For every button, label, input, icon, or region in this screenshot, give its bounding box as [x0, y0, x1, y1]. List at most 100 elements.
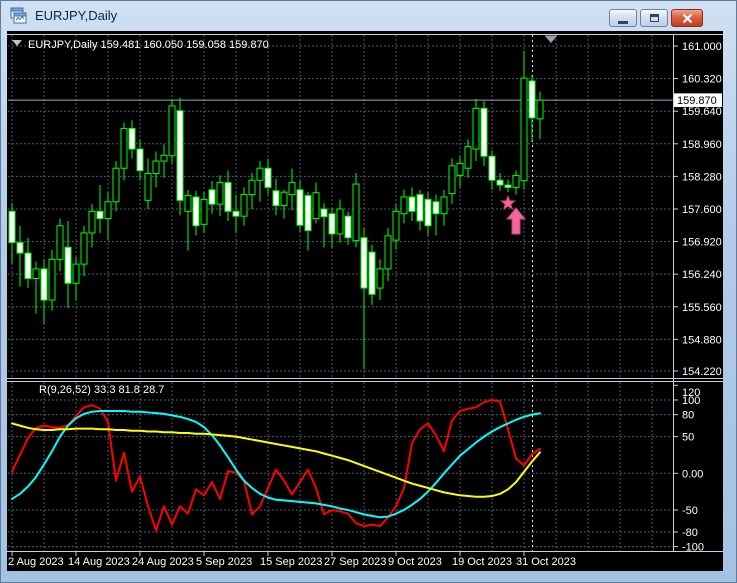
- titlebar[interactable]: EURJPY,Daily: [1, 1, 736, 31]
- chart-window-icon: [10, 7, 28, 25]
- candle-body: [344, 215, 352, 239]
- candle-body: [488, 155, 496, 181]
- price-axis-label: 154.880: [682, 334, 722, 346]
- candle-body: [112, 167, 120, 203]
- candle-body: [304, 195, 312, 232]
- candle-body: [40, 268, 48, 301]
- candle-body: [56, 225, 64, 260]
- candle-body: [408, 196, 416, 212]
- candle-body: [328, 213, 336, 235]
- candle-body: [320, 208, 328, 218]
- candle-body: [512, 174, 520, 188]
- candle-body: [520, 77, 528, 182]
- candle-body: [80, 232, 88, 265]
- close-icon: [682, 13, 692, 23]
- candle-body: [96, 210, 104, 220]
- candle-body: [480, 107, 488, 157]
- candle-body: [128, 127, 136, 150]
- candle-body: [264, 167, 272, 188]
- candle-body: [392, 210, 400, 241]
- candle-body: [472, 107, 480, 150]
- price-axis-label: 156.240: [682, 269, 722, 281]
- time-axis-label: 15 Sep 2023: [260, 556, 322, 568]
- indicator-axis-label: 50: [682, 432, 694, 444]
- candle-body: [280, 191, 288, 207]
- candle-body: [448, 165, 456, 195]
- price-axis-label: 158.960: [682, 139, 722, 151]
- candle-body: [200, 198, 208, 225]
- candle-body: [504, 184, 512, 188]
- candle-body: [160, 154, 168, 162]
- candle-body: [464, 146, 472, 169]
- candle-body: [168, 105, 176, 157]
- indicator-axis-label: -50: [682, 505, 698, 517]
- price-axis-label: 157.600: [682, 204, 722, 216]
- candle-body: [536, 99, 544, 120]
- restore-icon: [649, 14, 659, 22]
- time-axis-label: 31 Oct 2023: [516, 556, 576, 568]
- candle-body: [416, 194, 424, 222]
- candle-body: [248, 179, 256, 196]
- candle-body: [400, 196, 408, 215]
- candle-body: [336, 208, 344, 235]
- indicator-axis-label: 100: [682, 395, 700, 407]
- candle-body: [376, 268, 384, 289]
- candle-body: [240, 194, 248, 217]
- time-axis-label: 5 Sep 2023: [196, 556, 252, 568]
- candle-body: [184, 195, 192, 212]
- candle-body: [216, 182, 224, 205]
- time-axis-label: 2 Aug 2023: [8, 556, 64, 568]
- chart-background: [7, 31, 723, 571]
- candle-body: [352, 183, 360, 242]
- chart-window: EURJPY,Daily 161.000 160.320 159.640 158.96…: [0, 0, 737, 583]
- candle-body: [64, 246, 72, 284]
- candle-body: [528, 80, 536, 119]
- indicator-axis-label: 80: [682, 410, 694, 422]
- candle-body: [288, 182, 296, 196]
- time-axis-label: 24 Aug 2023: [132, 556, 194, 568]
- chart-canvas[interactable]: 161.000 160.320 159.640 158.960 158.280 157.6…: [7, 31, 723, 571]
- price-axis-label: 155.560: [682, 302, 722, 314]
- window-title: EURJPY,Daily: [35, 8, 118, 23]
- candle-body: [360, 237, 368, 289]
- candle-body: [440, 196, 448, 215]
- candle-body: [208, 189, 216, 205]
- close-button[interactable]: [671, 9, 703, 27]
- candle-body: [152, 160, 160, 175]
- indicator-axis-label: 0.00: [682, 468, 703, 480]
- candle-body: [312, 192, 320, 220]
- candle-body: [296, 189, 304, 226]
- candle-body: [8, 210, 16, 244]
- chart-header-ohlc: EURJPY,Daily 159.481 160.050 159.058 159…: [28, 39, 269, 51]
- price-axis-label: 158.280: [682, 171, 722, 183]
- candle-body: [424, 198, 432, 227]
- candle-body: [104, 201, 112, 220]
- candle-body: [496, 179, 504, 186]
- candle-body: [224, 182, 232, 212]
- candle-body: [456, 162, 464, 176]
- price-axis-label: 159.640: [682, 106, 722, 118]
- candle-body: [16, 242, 24, 254]
- price-axis-label: 154.220: [682, 366, 722, 378]
- restore-button[interactable]: [640, 9, 668, 27]
- candle-body: [192, 196, 200, 227]
- time-axis-label: 14 Aug 2023: [68, 556, 130, 568]
- candle-body: [432, 201, 440, 215]
- candle-body: [256, 167, 264, 181]
- candle-body: [272, 190, 280, 207]
- minimize-button[interactable]: [609, 9, 637, 27]
- minimize-icon: [618, 20, 628, 24]
- candle-body: [88, 210, 96, 234]
- candle-body: [176, 110, 184, 201]
- candle-body: [144, 173, 152, 201]
- candle-body: [32, 268, 40, 279]
- candle-body: [136, 148, 144, 172]
- price-axis-label: 161.000: [682, 41, 722, 53]
- current-price-tag-label: 159.870: [677, 95, 717, 107]
- time-axis-label: 19 Oct 2023: [452, 556, 512, 568]
- candle-body: [120, 127, 128, 169]
- candle-body: [24, 252, 32, 279]
- price-axis-label: 156.920: [682, 237, 722, 249]
- time-axis-label: 27 Sep 2023: [324, 556, 386, 568]
- chart-client-area: 161.000 160.320 159.640 158.960 158.280 157.6…: [7, 31, 723, 571]
